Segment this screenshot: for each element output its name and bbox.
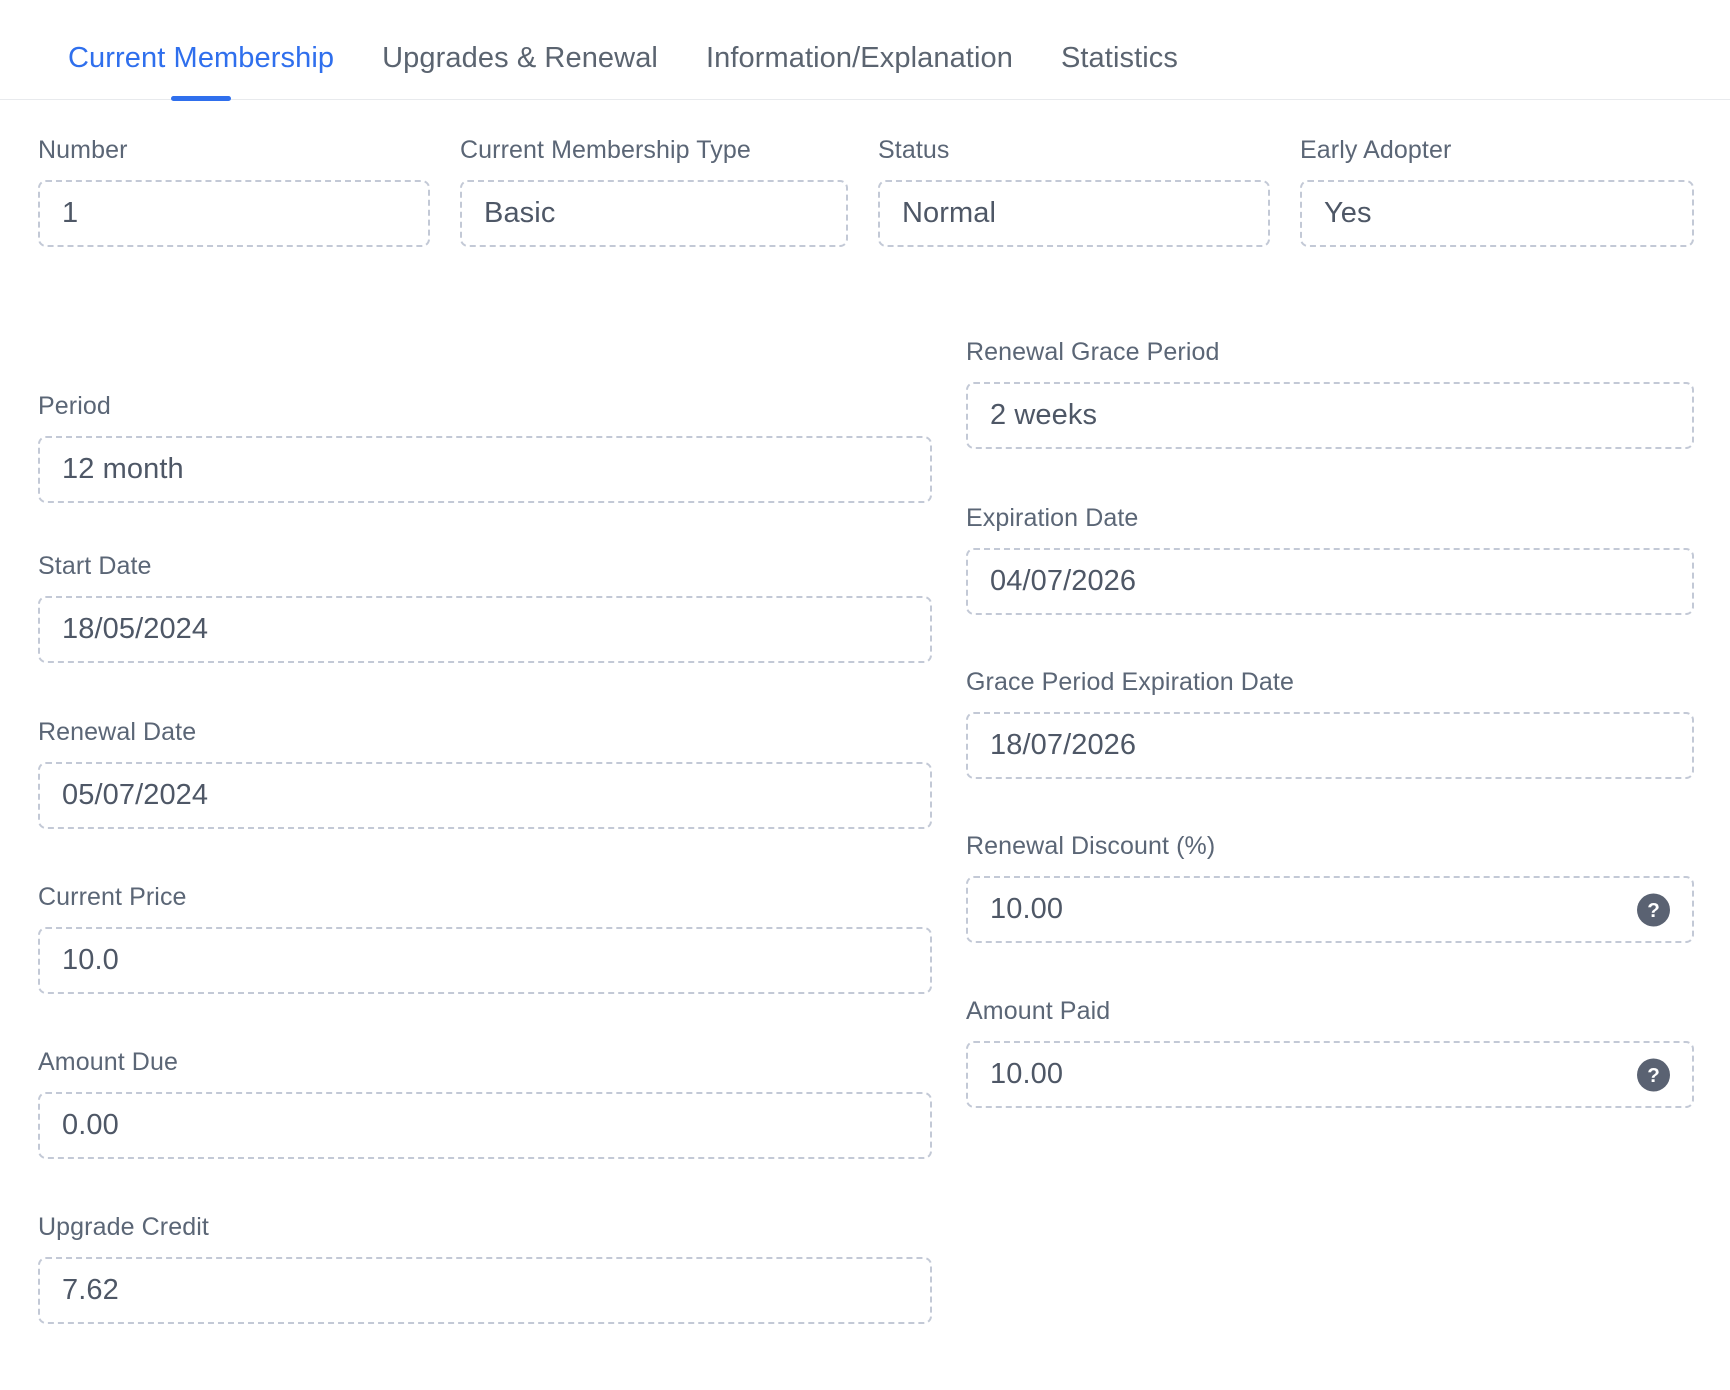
field-renewal-date: Renewal Date 05/07/2024 bbox=[38, 720, 932, 829]
tab-information-explanation[interactable]: Information/Explanation bbox=[682, 44, 1037, 99]
label-renewal-grace-period: Renewal Grace Period bbox=[966, 338, 1220, 366]
value-expiration-date: 04/07/2026 bbox=[990, 567, 1137, 596]
label-amount-paid: Amount Paid bbox=[966, 997, 1111, 1025]
label-current-price: Current Price bbox=[38, 883, 187, 911]
input-amount-paid[interactable]: 10.00 ? bbox=[966, 1041, 1694, 1108]
help-icon[interactable]: ? bbox=[1637, 1058, 1670, 1091]
field-number: Number 1 bbox=[38, 138, 430, 247]
input-upgrade-credit[interactable]: 7.62 bbox=[38, 1257, 932, 1324]
input-current-membership-type[interactable]: Basic bbox=[460, 180, 848, 247]
field-upgrade-credit: Upgrade Credit 7.62 bbox=[38, 1215, 932, 1324]
label-amount-due: Amount Due bbox=[38, 1048, 178, 1076]
value-early-adopter: Yes bbox=[1324, 199, 1372, 228]
value-amount-paid: 10.00 bbox=[990, 1060, 1064, 1089]
input-start-date[interactable]: 18/05/2024 bbox=[38, 596, 932, 663]
input-renewal-grace-period[interactable]: 2 weeks bbox=[966, 382, 1694, 449]
label-period: Period bbox=[38, 392, 111, 420]
tab-statistics[interactable]: Statistics bbox=[1037, 44, 1202, 99]
input-renewal-date[interactable]: 05/07/2024 bbox=[38, 762, 932, 829]
label-number: Number bbox=[38, 136, 128, 164]
field-start-date: Start Date 18/05/2024 bbox=[38, 554, 932, 663]
label-grace-period-expiration-date: Grace Period Expiration Date bbox=[966, 668, 1294, 696]
label-renewal-discount: Renewal Discount (%) bbox=[966, 832, 1216, 860]
label-early-adopter: Early Adopter bbox=[1300, 136, 1452, 164]
field-expiration-date: Expiration Date 04/07/2026 bbox=[966, 506, 1694, 615]
value-renewal-grace-period: 2 weeks bbox=[990, 401, 1098, 430]
value-start-date: 18/05/2024 bbox=[62, 615, 209, 644]
field-renewal-grace-period: Renewal Grace Period 2 weeks bbox=[966, 340, 1694, 449]
field-grace-period-expiration-date: Grace Period Expiration Date 18/07/2026 bbox=[966, 670, 1694, 779]
value-renewal-discount: 10.00 bbox=[990, 895, 1064, 924]
input-expiration-date[interactable]: 04/07/2026 bbox=[966, 548, 1694, 615]
value-number: 1 bbox=[62, 199, 79, 228]
input-period[interactable]: 12 month bbox=[38, 436, 932, 503]
input-grace-period-expiration-date[interactable]: 18/07/2026 bbox=[966, 712, 1694, 779]
field-period: Period 12 month bbox=[38, 394, 932, 503]
input-current-price[interactable]: 10.0 bbox=[38, 927, 932, 994]
input-renewal-discount[interactable]: 10.00 ? bbox=[966, 876, 1694, 943]
field-renewal-discount: Renewal Discount (%) 10.00 ? bbox=[966, 834, 1694, 943]
field-amount-due: Amount Due 0.00 bbox=[38, 1050, 932, 1159]
tab-upgrades-renewal[interactable]: Upgrades & Renewal bbox=[358, 44, 682, 99]
value-amount-due: 0.00 bbox=[62, 1111, 119, 1140]
field-current-price: Current Price 10.0 bbox=[38, 885, 932, 994]
input-amount-due[interactable]: 0.00 bbox=[38, 1092, 932, 1159]
value-renewal-date: 05/07/2024 bbox=[62, 781, 209, 810]
tab-current-membership[interactable]: Current Membership bbox=[44, 44, 358, 99]
field-early-adopter: Early Adopter Yes bbox=[1300, 138, 1694, 247]
value-current-membership-type: Basic bbox=[484, 199, 556, 228]
svg-text:?: ? bbox=[1647, 1064, 1660, 1087]
value-status: Normal bbox=[902, 199, 997, 228]
label-start-date: Start Date bbox=[38, 552, 152, 580]
label-expiration-date: Expiration Date bbox=[966, 504, 1139, 532]
membership-panel: Current Membership Upgrades & Renewal In… bbox=[0, 0, 1730, 1390]
value-current-price: 10.0 bbox=[62, 946, 119, 975]
input-status[interactable]: Normal bbox=[878, 180, 1270, 247]
value-grace-period-expiration-date: 18/07/2026 bbox=[990, 731, 1137, 760]
value-period: 12 month bbox=[62, 455, 184, 484]
field-amount-paid: Amount Paid 10.00 ? bbox=[966, 999, 1694, 1108]
label-current-membership-type: Current Membership Type bbox=[460, 136, 751, 164]
help-icon[interactable]: ? bbox=[1637, 893, 1670, 926]
field-status: Status Normal bbox=[878, 138, 1270, 247]
label-status: Status bbox=[878, 136, 950, 164]
summary-row: Number 1 Current Membership Type Basic S… bbox=[0, 138, 1730, 268]
tab-bar: Current Membership Upgrades & Renewal In… bbox=[0, 0, 1730, 100]
label-upgrade-credit: Upgrade Credit bbox=[38, 1213, 209, 1241]
input-early-adopter[interactable]: Yes bbox=[1300, 180, 1694, 247]
input-number[interactable]: 1 bbox=[38, 180, 430, 247]
label-renewal-date: Renewal Date bbox=[38, 718, 197, 746]
field-current-membership-type: Current Membership Type Basic bbox=[460, 138, 848, 247]
value-upgrade-credit: 7.62 bbox=[62, 1276, 119, 1305]
svg-text:?: ? bbox=[1647, 899, 1660, 922]
